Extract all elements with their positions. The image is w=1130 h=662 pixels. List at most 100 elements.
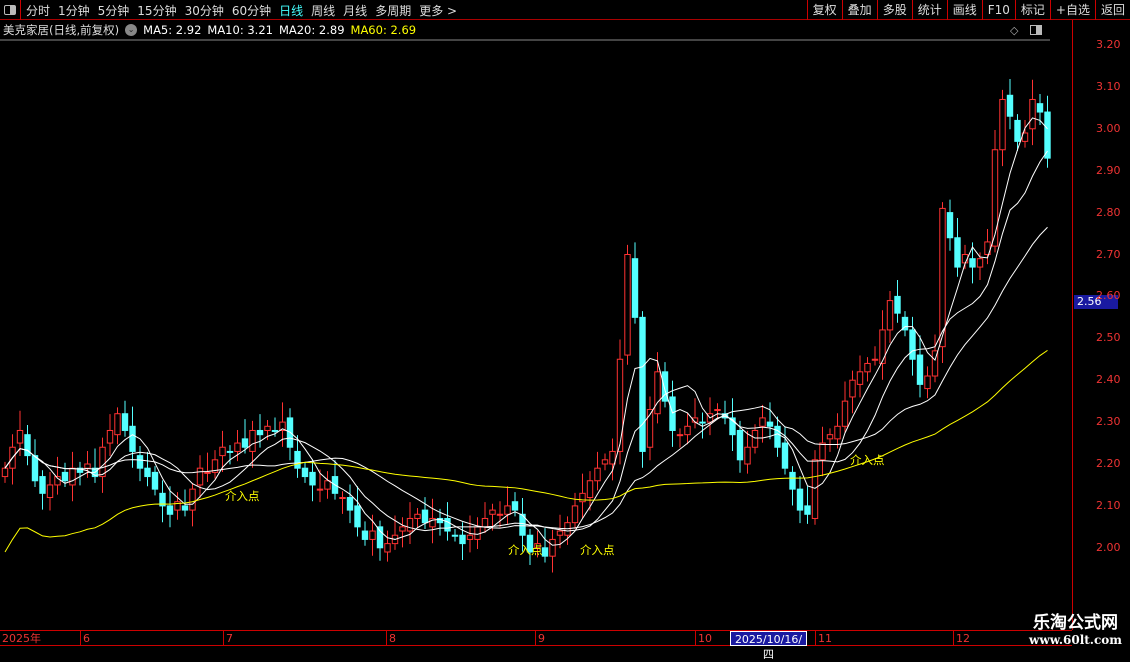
candle xyxy=(69,467,76,486)
candle xyxy=(166,505,174,515)
candle xyxy=(879,329,886,364)
period-tab[interactable]: 5分钟 xyxy=(98,2,130,19)
candle xyxy=(204,471,211,474)
candle xyxy=(414,513,421,519)
x-label: 10 xyxy=(695,631,712,646)
candle xyxy=(511,501,519,511)
x-label: 9 xyxy=(535,631,545,646)
candle xyxy=(946,212,954,239)
ma20-value: MA20: 2.89 xyxy=(278,23,345,37)
candle xyxy=(444,517,451,532)
y-tick-label: 2.80 xyxy=(1096,205,1121,219)
period-tab[interactable]: 月线 xyxy=(343,2,367,19)
candle xyxy=(819,442,826,461)
candle xyxy=(586,480,594,499)
candle xyxy=(301,467,309,478)
candle xyxy=(264,425,271,431)
toolbar-button[interactable]: 标记 xyxy=(1014,0,1050,20)
toolbar-button[interactable]: +自选 xyxy=(1049,0,1095,20)
period-tab[interactable]: 多周期 xyxy=(375,2,411,19)
candle xyxy=(849,379,856,398)
candle xyxy=(451,534,459,537)
candle xyxy=(249,429,256,452)
candle xyxy=(684,425,691,436)
candle xyxy=(226,450,234,453)
period-tab[interactable]: 周线 xyxy=(311,2,335,19)
x-label: 6 xyxy=(80,631,90,646)
candle xyxy=(151,471,159,490)
candle xyxy=(271,429,279,432)
period-tab[interactable]: 60分钟 xyxy=(232,2,271,19)
candle xyxy=(339,497,346,500)
candle xyxy=(399,526,406,532)
period-tab[interactable]: 1分钟 xyxy=(58,2,90,19)
candle xyxy=(384,543,391,553)
candle xyxy=(309,471,316,486)
x-label: 8 xyxy=(386,631,396,646)
period-tab[interactable]: 30分钟 xyxy=(185,2,224,19)
candle xyxy=(856,371,864,385)
candle xyxy=(16,429,24,444)
candle xyxy=(594,467,601,482)
candle xyxy=(601,459,609,465)
panel-icon[interactable] xyxy=(1030,25,1042,35)
candlestick-chart[interactable] xyxy=(0,0,1072,630)
panel-icon xyxy=(4,5,16,15)
chevron-down-icon[interactable]: ⌄ xyxy=(125,24,138,36)
toolbar: 分时 1分钟 5分钟 15分钟 30分钟 60分钟 日线 周线 月线 多周期 更多 > 复权 叠加 多股… xyxy=(0,0,1130,20)
candle xyxy=(354,505,361,528)
candle xyxy=(631,258,639,318)
toolbar-button[interactable]: 统计 xyxy=(911,0,947,20)
entry-point-label: 介入点 xyxy=(850,453,885,467)
x-label: 2025年 xyxy=(2,632,41,645)
toolbar-button[interactable]: 画线 xyxy=(946,0,982,20)
candle xyxy=(294,450,301,469)
candle xyxy=(871,358,879,361)
candle xyxy=(864,362,871,373)
candle xyxy=(841,400,849,427)
period-tabs: 分时 1分钟 5分钟 15分钟 30分钟 60分钟 日线 周线 月线 多周期 更多 > xyxy=(26,2,457,19)
toolbar-button[interactable]: F10 xyxy=(981,0,1015,20)
candle xyxy=(969,258,976,268)
period-tab[interactable]: 15分钟 xyxy=(137,2,176,19)
toolbar-button[interactable]: 多股 xyxy=(876,0,912,20)
candle xyxy=(834,425,841,440)
candle xyxy=(916,354,924,385)
candle xyxy=(181,505,189,511)
candle xyxy=(676,434,684,437)
candle xyxy=(219,446,226,457)
panel-toggle-button[interactable] xyxy=(0,0,21,20)
candle xyxy=(114,413,121,436)
candle xyxy=(256,429,264,436)
period-tab[interactable]: 分时 xyxy=(26,2,50,19)
candle xyxy=(106,429,114,444)
period-tab[interactable]: 更多 > xyxy=(419,2,457,19)
candle xyxy=(624,254,631,356)
toolbar-button[interactable]: 叠加 xyxy=(841,0,877,20)
right-toolbar: 复权 叠加 多股 统计 画线 F10 标记 +自选 返回 xyxy=(806,0,1130,20)
candle xyxy=(376,526,384,549)
y-tick-label: 2.50 xyxy=(1096,331,1121,345)
ma5-value: MA5: 2.92 xyxy=(143,23,202,37)
candle xyxy=(189,488,196,511)
period-tab[interactable]: 日线 xyxy=(279,2,303,19)
candle xyxy=(954,237,961,268)
candle xyxy=(811,459,819,519)
candle xyxy=(759,417,766,427)
candle xyxy=(489,509,496,515)
toolbar-button[interactable]: 复权 xyxy=(806,0,842,20)
candle xyxy=(579,492,586,503)
candle xyxy=(496,513,504,516)
watermark-name: 乐淘公式网 xyxy=(1033,613,1119,633)
toolbar-button[interactable]: 返回 xyxy=(1094,0,1130,20)
x-label: 7 xyxy=(223,631,233,646)
diamond-icon[interactable]: ◇ xyxy=(1010,24,1018,37)
x-label: 11 xyxy=(815,631,832,646)
candle xyxy=(1029,98,1036,130)
candle xyxy=(541,547,549,557)
candle xyxy=(639,316,646,452)
candle xyxy=(136,455,144,469)
ma10-value: MA10: 3.21 xyxy=(207,23,273,37)
candle xyxy=(361,530,369,540)
candle xyxy=(556,530,564,536)
